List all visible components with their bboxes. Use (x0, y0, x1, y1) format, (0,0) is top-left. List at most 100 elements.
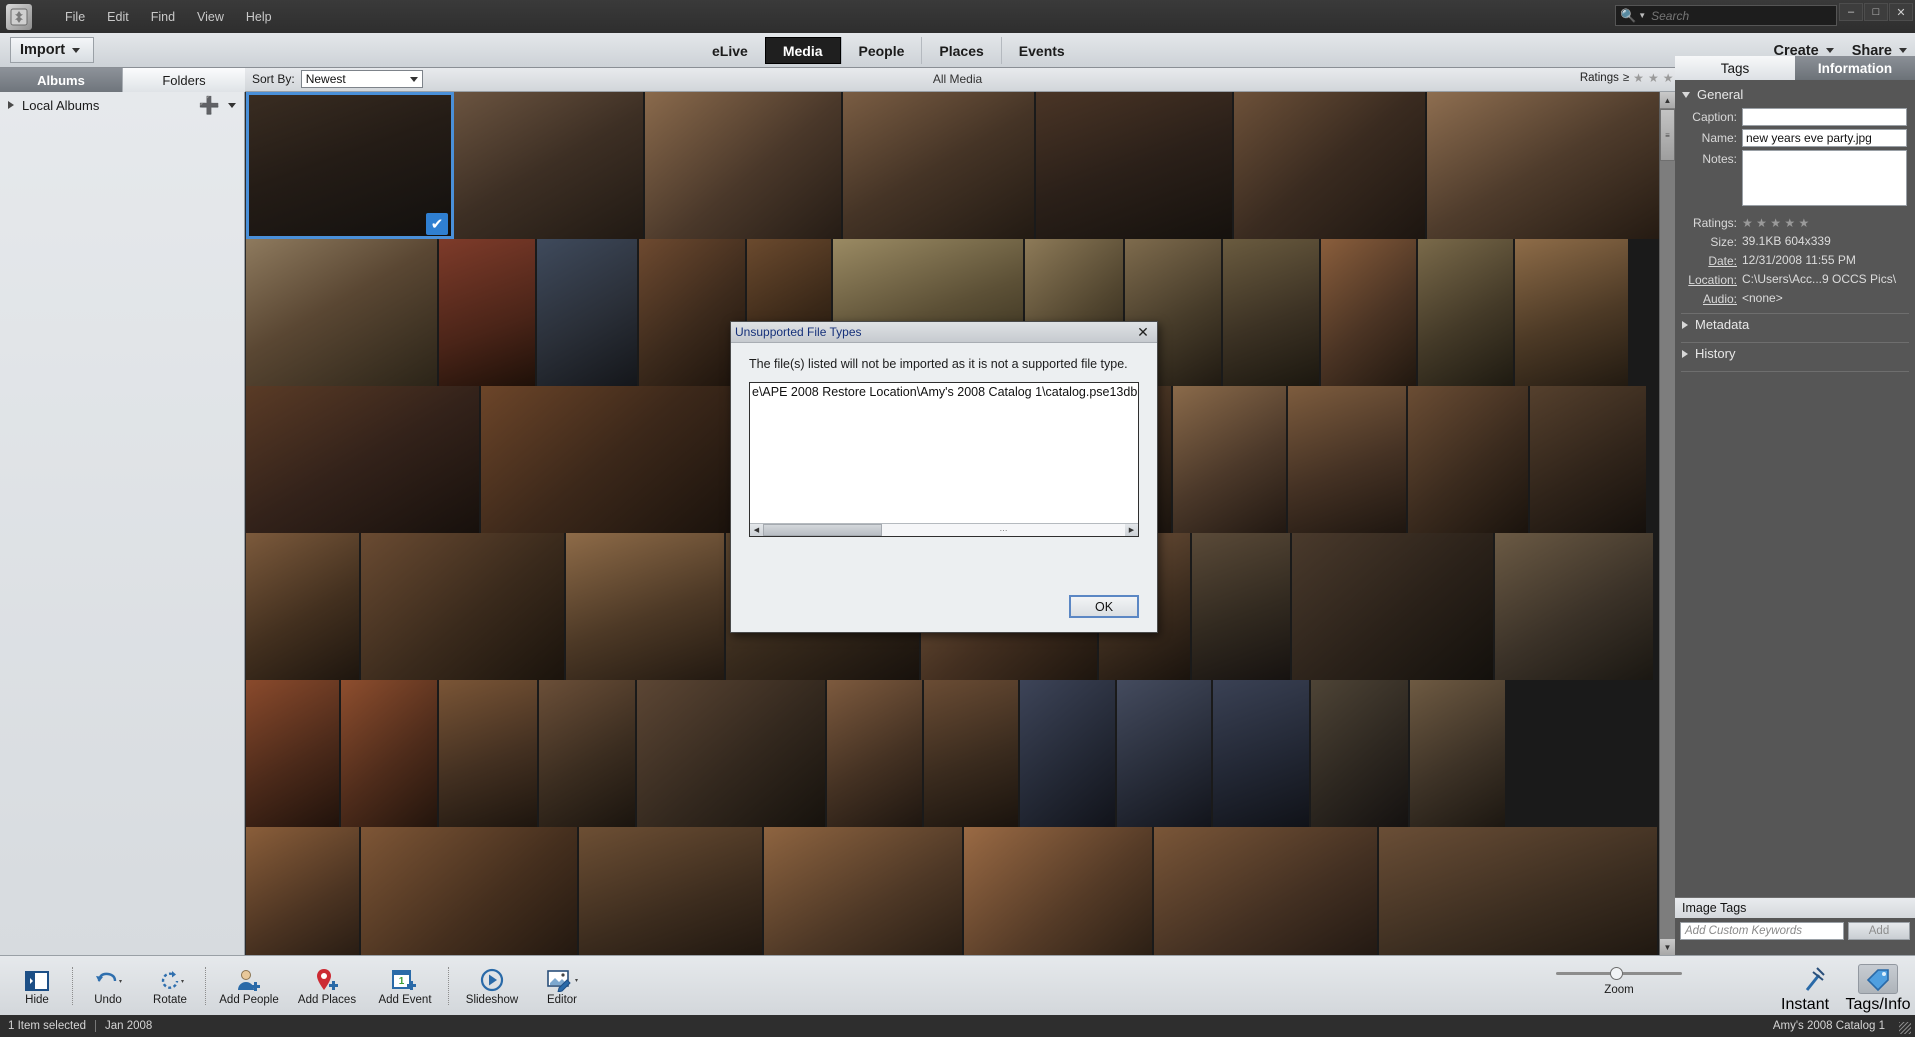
tab-elive[interactable]: eLive (695, 37, 765, 64)
media-thumbnail[interactable] (964, 827, 1154, 955)
zoom-slider-knob[interactable] (1610, 967, 1623, 980)
media-thumbnail[interactable] (1292, 533, 1495, 680)
star-icon[interactable]: ★ (1770, 216, 1781, 230)
media-thumbnail[interactable] (246, 827, 361, 955)
media-thumbnail[interactable] (361, 533, 566, 680)
zoom-slider[interactable] (1556, 965, 1682, 981)
media-thumbnail[interactable] (361, 827, 579, 955)
minimize-button[interactable]: – (1839, 3, 1863, 21)
media-thumbnail[interactable] (537, 239, 639, 386)
star-icon[interactable]: ★ (1633, 71, 1644, 85)
tab-media[interactable]: Media (764, 37, 841, 64)
media-thumbnail[interactable] (1321, 239, 1418, 386)
media-thumbnail[interactable] (637, 680, 827, 827)
search-input[interactable] (1651, 8, 1832, 23)
chevron-right-icon[interactable] (8, 101, 14, 109)
history-section-header[interactable]: History (1675, 343, 1915, 364)
media-thumbnail[interactable] (579, 827, 764, 955)
media-thumbnail[interactable] (1020, 680, 1117, 827)
media-thumbnail[interactable] (1408, 386, 1530, 533)
add-places-button[interactable]: Add Places (288, 966, 366, 1006)
media-thumbnail[interactable] (1530, 386, 1648, 533)
media-thumbnail[interactable] (1192, 533, 1292, 680)
ok-button[interactable]: OK (1069, 595, 1139, 618)
name-field[interactable] (1742, 129, 1907, 147)
ratings-stars[interactable]: ★ ★ ★ ★ ★ (1742, 215, 1907, 230)
local-albums-row[interactable]: Local Albums ➕ (0, 92, 244, 118)
date-label[interactable]: Date: (1679, 252, 1737, 268)
maximize-button[interactable]: □ (1864, 3, 1888, 21)
media-thumbnail[interactable] (1223, 239, 1321, 386)
media-thumbnail[interactable] (1515, 239, 1630, 386)
menu-edit[interactable]: Edit (96, 6, 140, 28)
star-icon[interactable]: ★ (1798, 216, 1809, 230)
menu-help[interactable]: Help (235, 6, 283, 28)
tab-tags[interactable]: Tags (1675, 56, 1795, 80)
scroll-right-button[interactable]: ▶ (1125, 524, 1138, 536)
media-thumbnail[interactable] (439, 239, 537, 386)
add-event-button[interactable]: 1 Add Event (366, 966, 444, 1006)
media-thumbnail[interactable] (246, 533, 361, 680)
menu-file[interactable]: File (54, 6, 96, 28)
grid-scrollbar[interactable]: ▲ ≡ ▼ (1659, 92, 1675, 955)
media-thumbnail[interactable] (1213, 680, 1311, 827)
rotate-button[interactable]: Rotate (139, 966, 201, 1006)
media-thumbnail[interactable] (246, 239, 439, 386)
media-thumbnail[interactable] (539, 680, 637, 827)
scroll-left-button[interactable]: ◀ (750, 524, 763, 536)
resize-grip-icon[interactable] (1899, 1022, 1911, 1034)
scroll-down-button[interactable]: ▼ (1660, 939, 1675, 955)
tab-events[interactable]: Events (1000, 37, 1082, 64)
star-icon[interactable]: ★ (1648, 71, 1659, 85)
list-horizontal-scrollbar[interactable]: ◀ ⋯ ▶ (750, 523, 1138, 536)
media-thumbnail[interactable] (1288, 386, 1408, 533)
media-thumbnail[interactable] (1036, 92, 1234, 239)
media-thumbnail[interactable] (827, 680, 924, 827)
media-thumbnail[interactable] (924, 680, 1020, 827)
media-thumbnail[interactable] (1410, 680, 1507, 827)
tab-information[interactable]: Information (1795, 56, 1915, 80)
import-button[interactable]: Import (10, 37, 94, 63)
add-album-icon[interactable]: ➕ (199, 97, 220, 114)
media-thumbnail[interactable]: ✔ (246, 92, 454, 239)
media-thumbnail[interactable] (1234, 92, 1427, 239)
media-thumbnail[interactable] (246, 386, 481, 533)
close-icon[interactable]: ✕ (1133, 324, 1153, 341)
media-thumbnail[interactable] (566, 533, 726, 680)
audio-label[interactable]: Audio: (1679, 290, 1737, 306)
general-section-header[interactable]: General (1675, 84, 1915, 105)
notes-field[interactable] (1742, 150, 1907, 206)
menu-view[interactable]: View (186, 6, 235, 28)
media-thumbnail[interactable] (341, 680, 439, 827)
media-thumbnail[interactable] (1427, 92, 1664, 239)
chevron-down-icon[interactable] (228, 102, 236, 108)
unsupported-files-list[interactable]: e\APE 2008 Restore Location\Amy's 2008 C… (749, 382, 1139, 537)
caption-field[interactable] (1742, 108, 1907, 126)
add-keyword-button[interactable]: Add (1848, 922, 1910, 940)
scrollbar-thumb[interactable]: ≡ (1660, 109, 1675, 161)
editor-button[interactable]: Editor (531, 966, 593, 1006)
ratings-operator[interactable]: ≥ (1623, 72, 1629, 84)
media-thumbnail[interactable] (1154, 827, 1379, 955)
tab-places[interactable]: Places (921, 37, 1000, 64)
dialog-title-bar[interactable]: Unsupported File Types ✕ (731, 322, 1157, 343)
close-button[interactable]: ✕ (1889, 3, 1913, 21)
tab-people[interactable]: People (840, 37, 922, 64)
media-thumbnail[interactable] (246, 680, 341, 827)
star-icon[interactable]: ★ (1756, 216, 1767, 230)
media-thumbnail[interactable] (439, 680, 539, 827)
media-thumbnail[interactable] (1495, 533, 1655, 680)
media-thumbnail[interactable] (1379, 827, 1659, 955)
media-thumbnail[interactable] (1173, 386, 1288, 533)
search-dropdown-caret-icon[interactable]: ▼ (1638, 11, 1646, 20)
location-label[interactable]: Location: (1679, 271, 1737, 287)
media-thumbnail[interactable] (1311, 680, 1410, 827)
menu-find[interactable]: Find (140, 6, 186, 28)
undo-button[interactable]: Undo (77, 966, 139, 1006)
hide-button[interactable]: Hide (6, 966, 68, 1006)
custom-keywords-input[interactable]: Add Custom Keywords (1680, 922, 1844, 940)
media-thumbnail[interactable] (454, 92, 645, 239)
hscroll-track[interactable]: ⋯ (882, 524, 1125, 536)
star-icon[interactable]: ★ (1742, 216, 1753, 230)
media-thumbnail[interactable] (481, 386, 733, 533)
